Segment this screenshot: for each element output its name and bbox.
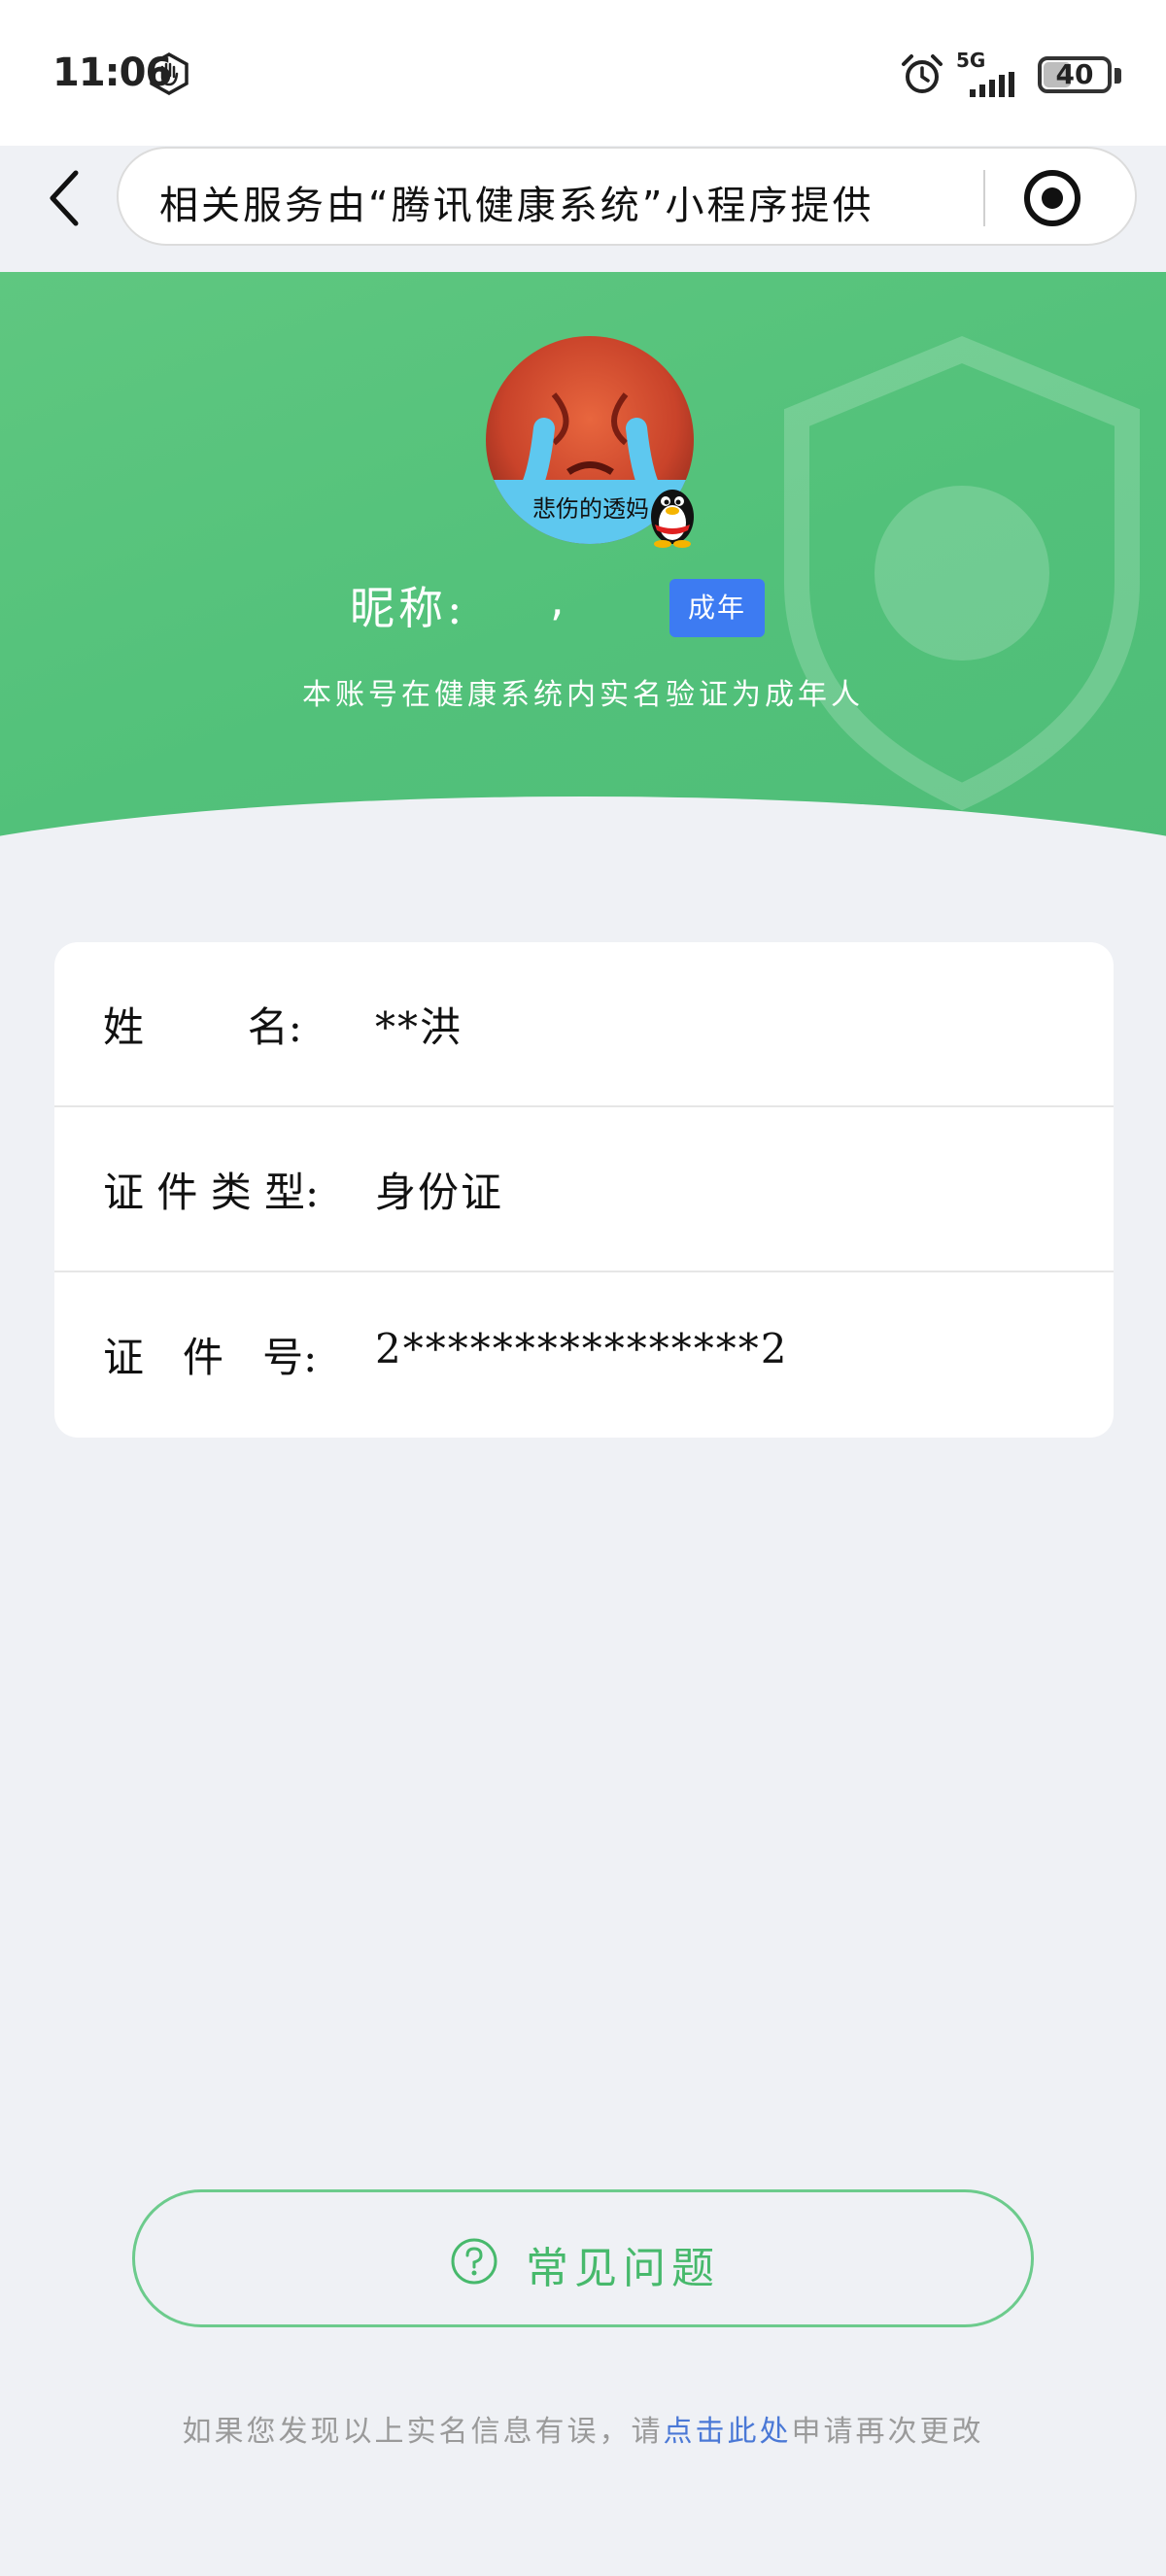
footer-prefix: 如果您发现以上实名信息有误，请 [182, 2415, 664, 2449]
faq-button[interactable]: 常见问题 [132, 2189, 1034, 2327]
divider [983, 170, 985, 226]
footer-suffix: 申请再次更改 [791, 2415, 984, 2449]
battery-icon: 40 [1038, 56, 1121, 93]
id-number-label: 证 件 号: [103, 1334, 318, 1381]
mini-program-title: 相关服务由“腾讯健康系统”小程序提供 [159, 184, 874, 228]
question-icon [451, 2238, 497, 2285]
footer-note: 如果您发现以上实名信息有误，请点击此处申请再次更改 [0, 2407, 1166, 2450]
change-request-link[interactable]: 点击此处 [664, 2415, 792, 2449]
id-type-label: 证 件 类 型: [103, 1169, 320, 1216]
faq-label: 常见问题 [526, 2244, 720, 2293]
id-number-row: 证 件 号: 2****************2 [54, 1272, 1114, 1438]
id-type-row: 证 件 类 型: 身份证 [54, 1107, 1114, 1272]
back-button[interactable] [39, 163, 97, 233]
name-value: **洪 [375, 1003, 463, 1051]
qq-penguin-icon [651, 490, 694, 548]
shield-watermark-icon [784, 335, 1140, 811]
close-target-icon[interactable] [1022, 168, 1082, 228]
hand-stop-icon [150, 52, 189, 95]
status-bar: 11:06 5G 40 相关服务由“腾讯健康系统”小程序提供 [0, 0, 1166, 246]
cell-signal-icon: 5G [954, 49, 1022, 97]
nickname-label: 昵称: [350, 582, 466, 634]
nickname-value: , [550, 573, 565, 626]
name-label: 姓 名: [103, 1003, 302, 1051]
mini-program-bar: 相关服务由“腾讯健康系统”小程序提供 [117, 147, 1137, 246]
id-number-value: 2****************2 [375, 1325, 789, 1373]
identity-card: 姓 名: **洪 证 件 类 型: 身份证 证 件 号: 2**********… [54, 942, 1114, 1438]
network-type: 5G [956, 49, 986, 72]
verification-text: 本账号在健康系统内实名验证为成年人 [302, 678, 864, 712]
alarm-icon [902, 54, 943, 93]
battery-level: 40 [1055, 58, 1094, 90]
id-type-value: 身份证 [375, 1169, 504, 1216]
name-row: 姓 名: **洪 [54, 942, 1114, 1107]
adult-badge: 成年 [669, 579, 765, 637]
avatar-caption: 悲伤的透妈 [532, 495, 649, 523]
